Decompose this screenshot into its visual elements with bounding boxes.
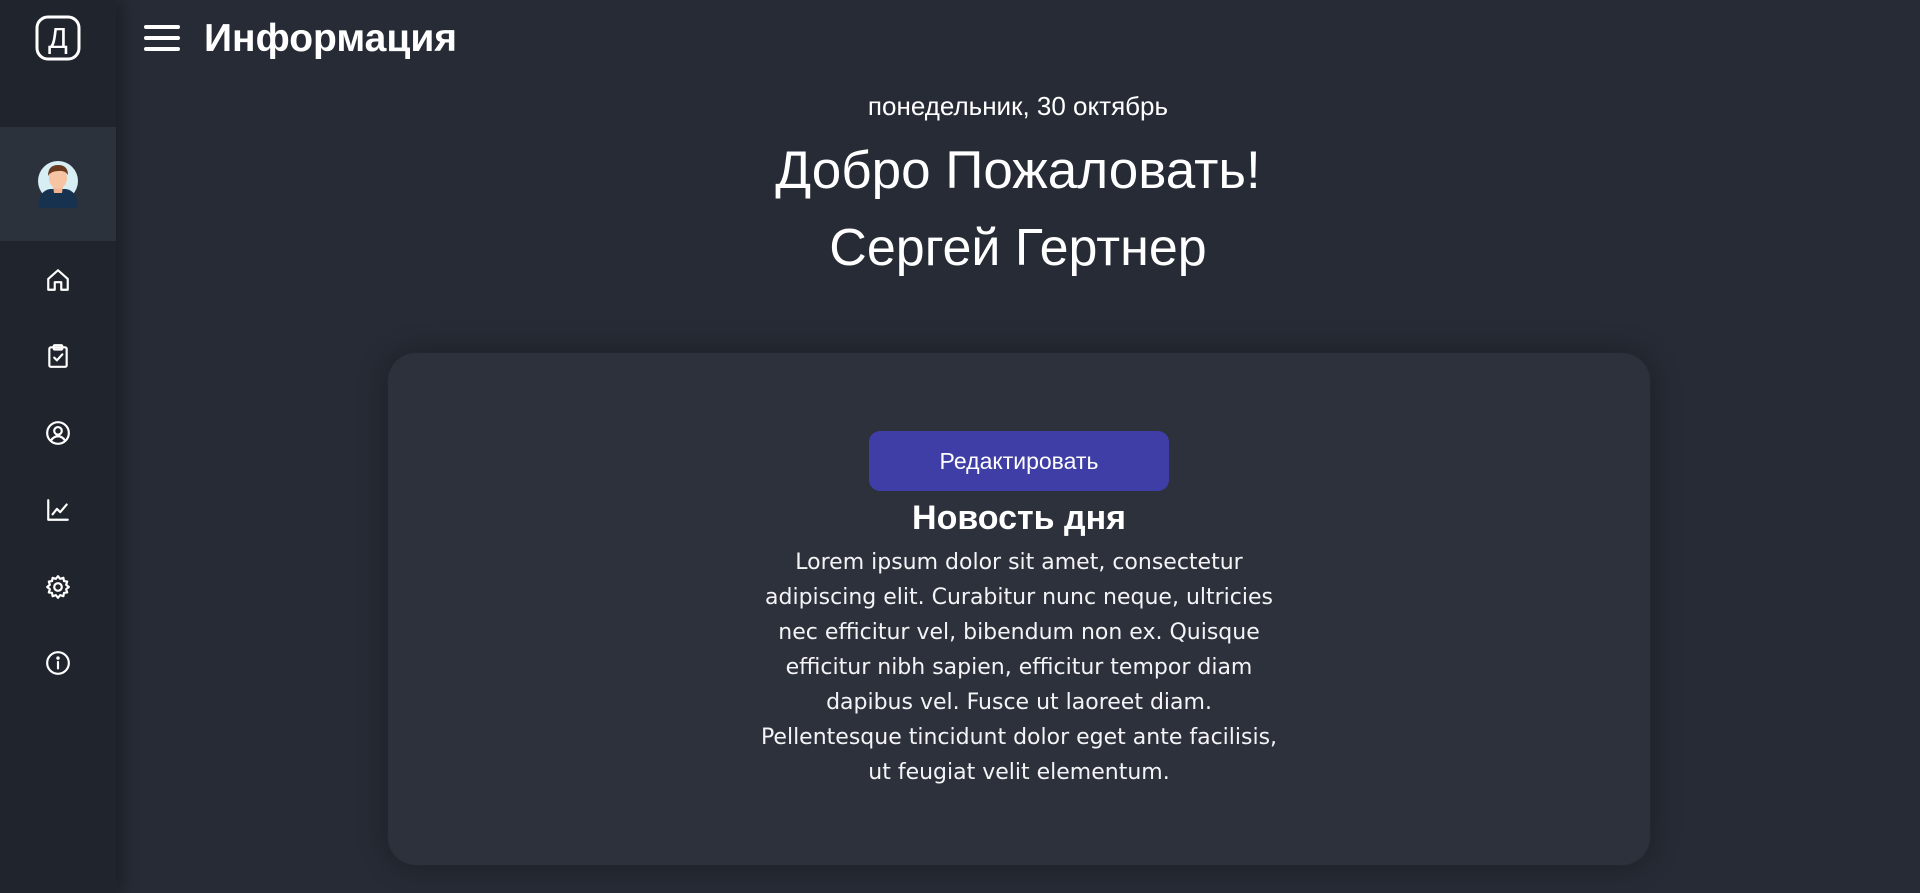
- welcome-heading: Добро Пожаловать!: [775, 141, 1261, 200]
- avatar-icon: [38, 161, 78, 208]
- user-circle-icon: [46, 421, 70, 445]
- info-icon: [46, 651, 70, 675]
- news-title: Новость дня: [912, 499, 1126, 537]
- news-text: Lorem ipsum dolor sit amet, consectetur …: [760, 550, 1278, 785]
- sidebar: Д: [0, 0, 116, 893]
- sidebar-item-statistics[interactable]: [0, 486, 116, 534]
- user-avatar[interactable]: [0, 127, 116, 241]
- page-title: Информация: [204, 17, 458, 60]
- home-icon: [47, 269, 69, 291]
- menu-button[interactable]: [144, 22, 182, 54]
- sidebar-item-settings[interactable]: [0, 563, 116, 611]
- user-name: Сергей Гертнер: [829, 219, 1207, 277]
- current-date: понедельник, 30 октябрь: [867, 91, 1169, 121]
- app-logo-icon: Д: [35, 15, 81, 61]
- hamburger-menu-icon: [144, 25, 180, 51]
- sidebar-item-profile[interactable]: [0, 409, 116, 457]
- app-logo[interactable]: Д: [0, 12, 116, 64]
- sidebar-item-home[interactable]: [0, 256, 116, 304]
- chart-line-icon: [47, 499, 69, 521]
- edit-button[interactable]: Редактировать: [869, 431, 1169, 491]
- sidebar-item-info[interactable]: [0, 639, 116, 687]
- greeting-section: понедельник, 30 октябрь Добро Пожаловать…: [116, 88, 1920, 280]
- clipboard-check-icon: [48, 344, 68, 368]
- top-bar: Информация: [116, 0, 1920, 80]
- gear-icon: [46, 575, 70, 599]
- news-card: Редактировать Новость дня Lorem ipsum do…: [388, 353, 1650, 865]
- svg-text:Д: Д: [48, 23, 68, 55]
- sidebar-item-tasks[interactable]: [0, 332, 116, 380]
